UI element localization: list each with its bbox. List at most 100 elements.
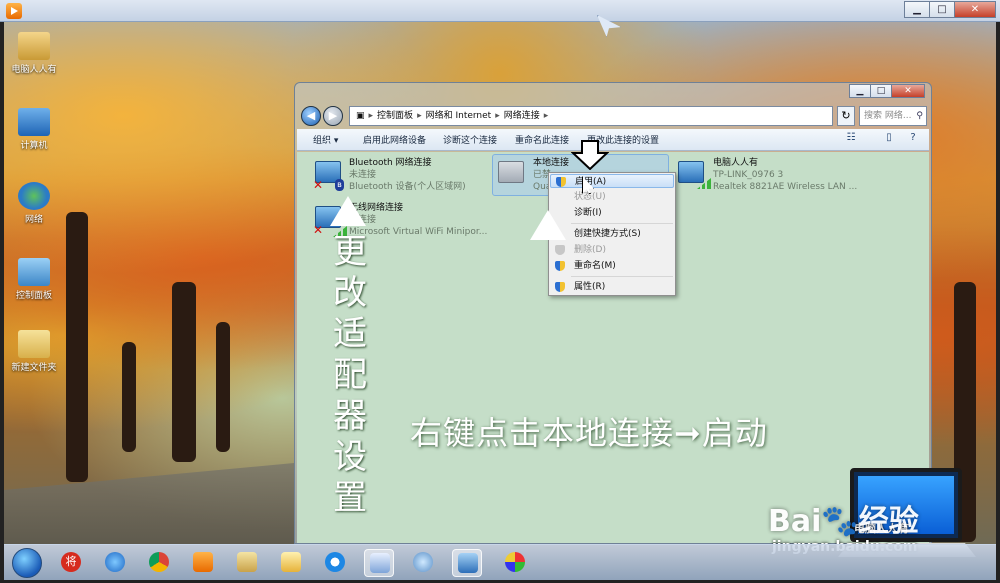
refresh-icon[interactable]: ↻ xyxy=(837,106,855,126)
menu-item-delete[interactable]: 删除(D) xyxy=(550,243,674,257)
window-controls: ▁ □ ✕ xyxy=(904,1,996,18)
shield-icon xyxy=(555,245,565,255)
connection-status: 未连接 xyxy=(349,215,377,225)
menu-item-enable[interactable]: 启用(A) xyxy=(550,174,674,188)
menu-separator xyxy=(571,276,673,277)
annotation-char: 适 xyxy=(333,314,367,354)
baidu-logo: Bai🐾经验 xyxy=(768,504,919,539)
taskbar-app-folder[interactable] xyxy=(276,549,306,577)
rename-button[interactable]: 重命名此连接 xyxy=(515,133,569,146)
connection-name: Bluetooth 网络连接 xyxy=(349,158,432,168)
desktop-icon-label: 网络 xyxy=(24,215,43,225)
tree-trunk xyxy=(66,212,88,482)
network-connections-window: ▁ □ ✕ ◀ ▶ ▣ ▸ 控制面板 ▸ 网络和 Internet ▸ 网络连接 ▸ ↻ 搜索… xyxy=(294,82,932,544)
taskbar-app-qq[interactable] xyxy=(320,549,350,577)
search-icon: ⚲ xyxy=(916,111,923,121)
desktop-icon-new-folder[interactable]: 新建文件夹 xyxy=(4,330,64,373)
menu-item-label: 重命名(M) xyxy=(574,261,616,271)
search-placeholder: 搜索 网络... xyxy=(864,111,912,121)
taskbar-app-ie[interactable] xyxy=(100,549,130,577)
menu-item-label: 属性(R) xyxy=(574,282,606,292)
connection-bluetooth[interactable]: Bluetooth 网络连接 未连接 Bluetooth 设备(个人区域网) xyxy=(349,157,466,193)
view-options-icon[interactable]: ☷ xyxy=(843,132,859,146)
breadcrumb-control-panel[interactable]: 控制面板 xyxy=(377,111,413,121)
help-icon[interactable]: ? xyxy=(905,132,921,146)
tree-trunk xyxy=(122,342,136,452)
taskbar-app-paint[interactable] xyxy=(500,549,530,577)
player-titlebar: ▁ □ ✕ xyxy=(0,0,1000,22)
connection-status: TP-LINK_0976 3 xyxy=(713,170,784,180)
disconnected-x-icon: ✕ xyxy=(313,223,324,237)
folder-icon xyxy=(18,330,50,358)
bluetooth-icon: ʙ xyxy=(335,179,344,191)
up-arrow-annotation xyxy=(530,210,566,240)
down-arrow-icon xyxy=(571,140,609,170)
start-button[interactable] xyxy=(12,548,42,578)
file-explorer-icon xyxy=(237,552,257,572)
close-button[interactable]: ✕ xyxy=(954,1,996,18)
folder-icon xyxy=(281,552,301,572)
shield-icon xyxy=(555,261,565,271)
taskbar-app-chrome[interactable] xyxy=(144,549,174,577)
minimize-button[interactable]: ▁ xyxy=(904,1,930,18)
desktop-icon-label: 新建文件夹 xyxy=(11,363,57,373)
back-button[interactable]: ◀ xyxy=(301,106,321,126)
desktop-icon-user[interactable]: 电脑人人有 xyxy=(4,32,64,75)
tree-trunk xyxy=(216,322,230,452)
player-app-icon xyxy=(6,3,22,19)
forward-button[interactable]: ▶ xyxy=(323,106,343,126)
menu-item-status[interactable]: 状态(U) xyxy=(550,190,674,204)
taskbar-app-explorer[interactable] xyxy=(232,549,262,577)
organize-button[interactable]: 组织 ▾ xyxy=(313,133,338,146)
desktop-icon-computer[interactable]: 计算机 xyxy=(4,108,64,151)
address-bar[interactable]: ▣ ▸ 控制面板 ▸ 网络和 Internet ▸ 网络连接 ▸ xyxy=(349,106,833,126)
annotation-char: 设 xyxy=(333,437,367,477)
network-adapter-icon xyxy=(678,161,704,183)
control-panel-icon xyxy=(18,258,50,286)
paint-icon xyxy=(505,552,525,572)
desktop-icon-control-panel[interactable]: 控制面板 xyxy=(4,258,64,301)
connection-device: Realtek 8821AE Wireless LAN ... xyxy=(713,182,858,192)
connection-name: 无线网络连接 xyxy=(349,203,404,213)
qq-browser-icon xyxy=(325,552,345,572)
connection-wifi-active[interactable]: 电脑人人有 TP-LINK_0976 3 Realtek 8821AE Wire… xyxy=(713,157,857,193)
explorer-minimize-button[interactable]: ▁ xyxy=(849,84,871,98)
connection-name: 电脑人人有 xyxy=(713,158,759,168)
address-row: ◀ ▶ ▣ ▸ 控制面板 ▸ 网络和 Internet ▸ 网络连接 ▸ ↻ 搜索 网络...… xyxy=(301,105,927,127)
menu-item-label: 删除(D) xyxy=(574,245,606,255)
taskbar-app-network-connections[interactable] xyxy=(452,549,482,577)
shield-icon xyxy=(555,282,565,292)
taskbar-app-document[interactable] xyxy=(364,549,394,577)
menu-item-rename[interactable]: 重命名(M) xyxy=(550,259,674,273)
media-player-icon xyxy=(193,552,213,572)
desktop-icon-label: 控制面板 xyxy=(15,291,52,301)
taskbar-app-jiang[interactable]: 将 xyxy=(56,549,86,577)
taskbar: 将 xyxy=(4,544,996,580)
document-icon xyxy=(370,553,390,573)
menu-item-properties[interactable]: 属性(R) xyxy=(550,280,674,294)
search-input[interactable]: 搜索 网络... ⚲ xyxy=(859,106,927,126)
enable-device-button[interactable]: 启用此网络设备 xyxy=(363,133,426,146)
breadcrumb-network-internet[interactable]: 网络和 Internet xyxy=(426,111,492,121)
annotation-char: 器 xyxy=(333,396,367,436)
preview-pane-icon[interactable]: ▯ xyxy=(881,132,897,146)
diagnose-button[interactable]: 诊断这个连接 xyxy=(443,133,497,146)
road xyxy=(4,463,294,544)
network-globe-icon xyxy=(18,182,50,210)
desktop-icon-network[interactable]: 网络 xyxy=(4,182,64,225)
menu-item-create-shortcut[interactable]: 创建快捷方式(S) xyxy=(550,227,674,241)
up-arrow-annotation xyxy=(330,196,366,226)
annotation-char: 改 xyxy=(333,273,367,313)
breadcrumb-network-connections[interactable]: 网络连接 xyxy=(504,111,540,121)
command-bar: 组织 ▾ 启用此网络设备 诊断这个连接 重命名此连接 更改此连接的设置 ☷ ▯ … xyxy=(297,129,929,151)
maximize-button[interactable]: □ xyxy=(929,1,955,18)
network-app-icon xyxy=(413,552,433,572)
taskbar-app-network[interactable] xyxy=(408,549,438,577)
explorer-close-button[interactable]: ✕ xyxy=(891,84,925,98)
menu-item-diagnose[interactable]: 诊断(I) xyxy=(550,206,674,220)
user-folder-icon xyxy=(18,32,50,60)
explorer-maximize-button[interactable]: □ xyxy=(870,84,892,98)
taskbar-app-player[interactable] xyxy=(188,549,218,577)
network-connections-icon xyxy=(458,553,478,573)
annotation-char: 置 xyxy=(333,478,367,518)
